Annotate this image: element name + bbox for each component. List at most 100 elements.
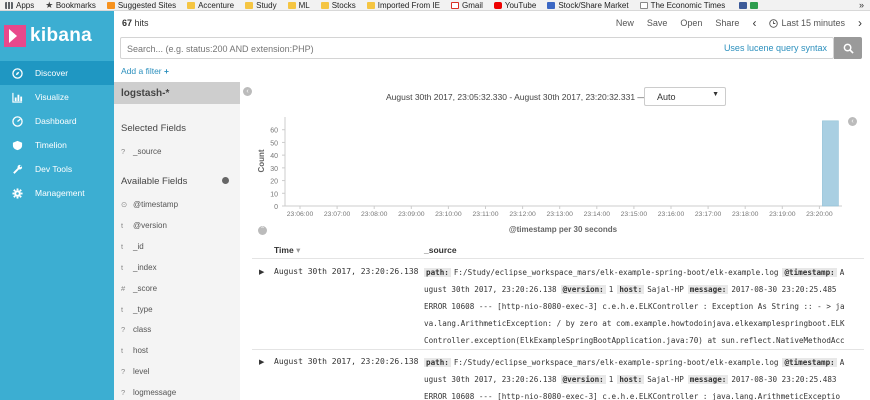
search-input[interactable]	[127, 42, 707, 55]
column-header-time[interactable]: Time ▾	[274, 245, 300, 256]
time-prev-button[interactable]: ‹	[752, 16, 756, 30]
field-item-index[interactable]: t _index	[121, 263, 157, 272]
open-button[interactable]: Open	[680, 18, 702, 28]
kibana-logo[interactable]: kibana	[0, 11, 114, 61]
lucene-syntax-link[interactable]: Uses lucene query syntax	[724, 43, 827, 53]
bookmark-economic-times[interactable]: The Economic Times	[639, 1, 725, 10]
field-type-icon: t	[121, 242, 124, 251]
x-tick-label: 23:10:00	[435, 211, 462, 218]
field-type-icon: t	[121, 346, 124, 355]
suggested-sites-icon	[106, 1, 115, 9]
source-field-value: ugust 30th 2017, 23:20:26.138	[424, 285, 557, 294]
field-item-type[interactable]: t _type	[121, 305, 153, 314]
site-icon[interactable]	[750, 1, 759, 9]
source-line: ugust 30th 2017, 23:20:26.138 @version: 1 h…	[424, 281, 856, 298]
field-type-icon: ?	[121, 147, 126, 156]
query-bar: Uses lucene query syntax	[120, 37, 834, 59]
x-tick-label: 23:14:00	[584, 211, 611, 218]
x-tick-label: 23:06:00	[287, 211, 314, 218]
bookmark-accenture[interactable]: Accenture	[187, 1, 234, 10]
nav-item-management[interactable]: Management	[0, 181, 114, 205]
field-item-class[interactable]: ? class	[121, 325, 151, 334]
y-tick-label: 50	[270, 140, 278, 147]
folder-icon	[366, 1, 375, 9]
kibana-logo-icon	[4, 25, 26, 47]
field-item-id[interactable]: t _id	[121, 242, 144, 251]
bookmark-stock-share-market[interactable]: Stock/Share Market	[547, 1, 629, 10]
bookmark-suggested-sites[interactable]: Suggested Sites	[106, 1, 176, 10]
row-timestamp: August 30th 2017, 23:20:26.138	[274, 267, 419, 276]
nav-item-visualize[interactable]: Visualize	[0, 85, 114, 109]
field-item-timestamp[interactable]: ⊙ @timestamp	[121, 200, 178, 209]
x-tick-label: 23:18:00	[732, 211, 759, 218]
source-line: ugust 30th 2017, 23:20:26.138 @version: 1 h…	[424, 371, 856, 388]
chevron-down-icon: ▼	[712, 91, 719, 98]
bookmark-stocks[interactable]: Stocks	[320, 1, 356, 10]
source-line: va.lang.ArithmeticException: / by zero a…	[424, 315, 856, 332]
source-field-value: 2017-08-30 23:20:25.485	[731, 285, 837, 294]
x-tick-label: 23:07:00	[324, 211, 351, 218]
field-type-icon: t	[121, 221, 124, 230]
clock-icon	[769, 18, 779, 28]
bookmark-bookmarks[interactable]: ★ Bookmarks	[45, 0, 96, 10]
nav-item-timelion[interactable]: Timelion	[0, 133, 114, 157]
x-tick-label: 23:17:00	[695, 211, 722, 218]
nav-item-discover[interactable]: Discover	[0, 61, 114, 85]
interval-select[interactable]: Auto ▼	[644, 87, 726, 106]
clock-icon: ⊙	[121, 200, 128, 209]
field-item-version[interactable]: t @version	[121, 221, 167, 230]
search-button[interactable]	[834, 37, 862, 59]
available-fields-title: Available Fields	[121, 176, 188, 187]
row-timestamp: August 30th 2017, 23:20:26.138	[274, 357, 419, 366]
time-next-button[interactable]: ›	[858, 16, 862, 30]
bookmark-study[interactable]: Study	[245, 1, 277, 10]
histogram-bar[interactable]	[822, 120, 839, 207]
bar-chart-icon	[11, 91, 23, 103]
x-tick-label: 23:16:00	[658, 211, 685, 218]
source-field-value: A	[839, 358, 845, 367]
source-field-value: ERROR 10608 --- [http-nio-8080-exec-3] c…	[424, 392, 841, 400]
add-filter-button[interactable]: Add a filter +	[121, 66, 169, 76]
index-pattern-selector[interactable]: logstash-*	[114, 82, 240, 104]
field-item-level[interactable]: ? level	[121, 367, 149, 376]
bookmark-gmail[interactable]: Gmail	[450, 1, 483, 10]
bookmarks-more-button[interactable]: »	[859, 0, 864, 10]
collapse-sidebar-button[interactable]: ‹	[243, 87, 252, 96]
bookmark-youtube[interactable]: YouTube	[493, 1, 536, 10]
bookmarks-bar: Apps ★ Bookmarks Suggested Sites Accentu…	[0, 0, 870, 11]
bookmark-ml[interactable]: ML	[287, 1, 310, 10]
x-tick-label: 23:08:00	[361, 211, 388, 218]
field-item-score[interactable]: # _score	[121, 284, 157, 293]
source-field-value: 1	[608, 375, 614, 384]
field-list-panel: logstash-* Selected Fields ? _source Avai…	[114, 82, 240, 400]
field-item-host[interactable]: t host	[121, 346, 148, 355]
star-icon: ★	[45, 0, 56, 10]
nav-item-dev-tools[interactable]: Dev Tools	[0, 157, 114, 181]
expand-row-icon[interactable]: ▶	[259, 358, 264, 366]
source-field-key: path:	[424, 358, 451, 367]
new-button[interactable]: New	[616, 18, 634, 28]
bookmark-imported-from-ie[interactable]: Imported From IE	[366, 1, 440, 10]
save-button[interactable]: Save	[647, 18, 668, 28]
share-button[interactable]: Share	[715, 18, 739, 28]
bookmark-apps[interactable]: Apps	[5, 1, 34, 10]
time-picker-button[interactable]: Last 15 minutes	[769, 18, 845, 28]
source-field-value: A	[839, 268, 845, 277]
source-field-key: @version:	[560, 375, 606, 384]
x-tick-label: 23:20:00	[806, 211, 833, 218]
gmail-icon	[450, 1, 459, 9]
nav-item-dashboard[interactable]: Dashboard	[0, 109, 114, 133]
facebook-icon[interactable]	[739, 1, 748, 9]
toggle-legend-button[interactable]: ‹	[848, 117, 857, 126]
collapse-chart-button[interactable]: ⌃	[258, 226, 267, 235]
gear-icon[interactable]	[222, 177, 229, 184]
source-field-key: message:	[687, 285, 729, 294]
et-icon	[639, 1, 648, 9]
source-field-value: Controller.exception(ElkExampleSpringBoo…	[424, 336, 845, 345]
discover-top-bar: 67 hits New Save Open Share ‹ Last 15 mi…	[114, 11, 870, 35]
source-line: Controller.exception(ElkExampleSpringBoo…	[424, 332, 856, 349]
field-item-source[interactable]: ? _source	[121, 147, 161, 156]
field-item-logmessage[interactable]: ? logmessage	[121, 388, 176, 397]
source-field-key: message:	[687, 375, 729, 384]
expand-row-icon[interactable]: ▶	[259, 268, 264, 276]
